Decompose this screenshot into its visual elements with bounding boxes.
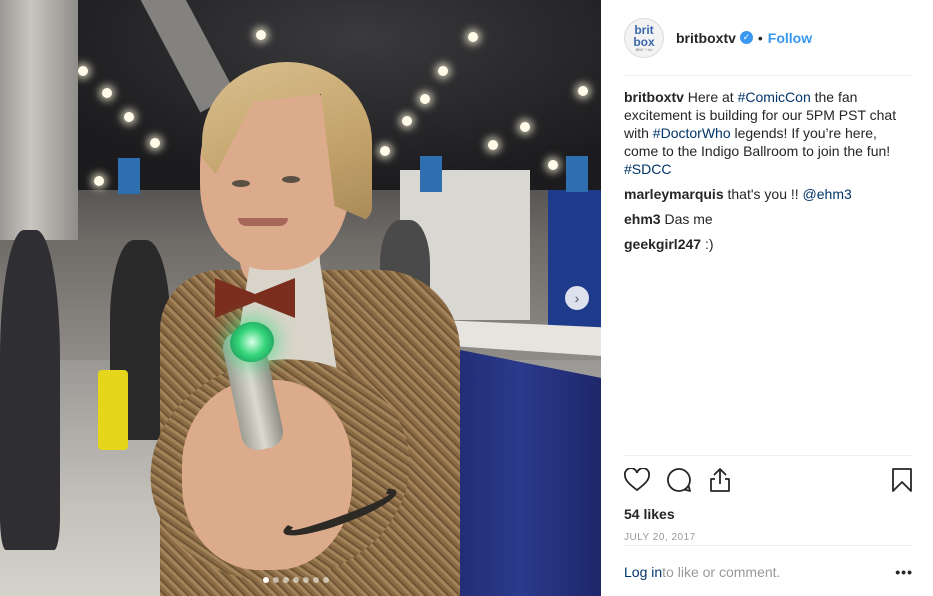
caption-username[interactable]: britboxtv [624, 89, 684, 105]
photo-pillar [0, 0, 78, 240]
carousel-dot [263, 577, 269, 583]
hashtag-link[interactable]: #SDCC [624, 161, 671, 177]
ceiling-light [94, 176, 104, 186]
comment-items: marleymarquis that's you !! @ehm3 ehm3 Da… [624, 185, 912, 253]
post-actions: 54 likes JULY 20, 2017 [624, 455, 913, 543]
header-separator: • [757, 29, 763, 46]
instagram-post: › brit box BBC + itv britboxtv ✓ • Follo… [0, 0, 933, 596]
action-icons [624, 466, 913, 494]
carousel-dot [293, 577, 299, 583]
ceiling-light [520, 122, 530, 132]
mention-link[interactable]: @ehm3 [803, 186, 852, 202]
carousel-dot [313, 577, 319, 583]
login-link[interactable]: Log in [624, 564, 662, 580]
heart-icon[interactable] [624, 468, 650, 492]
post-side-panel: brit box BBC + itv britboxtv ✓ • Follow … [601, 0, 933, 596]
hashtag-link[interactable]: #DoctorWho [653, 125, 731, 141]
comment-username[interactable]: marleymarquis [624, 186, 724, 202]
login-prompt-text: to like or comment. [662, 564, 781, 580]
comments-list: britboxtv Here at #ComicCon the fan exci… [624, 76, 912, 456]
avatar-logo-subtext: BBC + itv [635, 46, 653, 52]
caption-text: Here at [683, 89, 738, 105]
ceiling-light [468, 32, 478, 42]
avatar-logo-text: box [633, 34, 655, 49]
post-header: brit box BBC + itv britboxtv ✓ • Follow [624, 0, 912, 76]
chevron-right-icon: › [574, 290, 580, 306]
carousel-dots [263, 577, 329, 583]
login-prompt: Log in to like or comment. ••• [624, 545, 913, 580]
photo-banner [118, 158, 140, 194]
bookmark-icon[interactable] [891, 467, 913, 493]
comment-text: Das me [660, 211, 713, 227]
comment-item: geekgirl247 :) [624, 235, 912, 253]
photo-blue-panel [548, 190, 601, 340]
like-count[interactable]: 54 likes [624, 506, 913, 522]
more-options-icon[interactable]: ••• [895, 564, 913, 580]
post-photo[interactable]: › [0, 0, 601, 596]
share-icon[interactable] [708, 467, 732, 493]
ceiling-light [548, 160, 558, 170]
carousel-dot [303, 577, 309, 583]
photo-yellow-bag [98, 370, 128, 450]
comment-text: that's you !! [723, 186, 803, 202]
ceiling-light [124, 112, 134, 122]
verified-badge-icon: ✓ [739, 31, 753, 44]
hashtag-link[interactable]: #ComicCon [738, 89, 811, 105]
photo-crowd-person [0, 230, 60, 550]
ceiling-light [256, 30, 266, 40]
avatar-logo-text: brit [634, 22, 654, 37]
carousel-dot [283, 577, 289, 583]
person-eye [282, 176, 300, 183]
comment-icon[interactable] [666, 467, 692, 493]
photo-banner [566, 156, 588, 192]
ceiling-light [488, 140, 498, 150]
carousel-dot [273, 577, 279, 583]
person-eye [232, 180, 250, 187]
comment-username[interactable]: ehm3 [624, 211, 661, 227]
comment-username[interactable]: geekgirl247 [624, 236, 701, 252]
photo-person [132, 60, 460, 596]
follow-button[interactable]: Follow [768, 30, 812, 46]
comment-item: ehm3 Das me [624, 210, 912, 228]
comment-text: :) [701, 236, 714, 252]
ceiling-light [102, 88, 112, 98]
post-date[interactable]: JULY 20, 2017 [624, 532, 913, 543]
avatar[interactable]: brit box BBC + itv [624, 17, 664, 58]
comment-item: marleymarquis that's you !! @ehm3 [624, 185, 912, 203]
carousel-next-button[interactable]: › [565, 286, 589, 310]
ceiling-light [578, 86, 588, 96]
username-link[interactable]: britboxtv [676, 30, 736, 46]
person-mouth [238, 218, 288, 226]
ceiling-light [150, 138, 160, 148]
carousel-dot [323, 577, 329, 583]
ceiling-light [78, 66, 88, 76]
caption: britboxtv Here at #ComicCon the fan exci… [624, 88, 912, 178]
